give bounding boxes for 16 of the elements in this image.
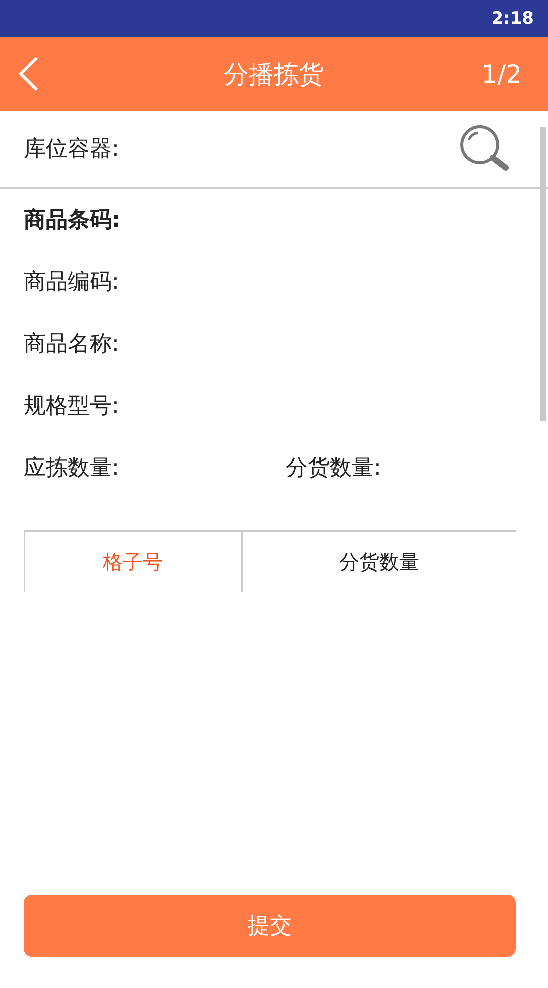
back-icon [18,56,40,92]
scrollbar[interactable] [540,127,546,421]
quantity-label: 分货数量: [286,455,382,483]
page-indicator: 1/2 [482,60,522,88]
header-title: 分播拣货 [224,58,324,90]
field-label: 商品名称: [24,331,120,359]
submit-button[interactable]: 提交 [24,895,516,957]
quantity-label: 应拣数量: [24,455,120,483]
field-label: 商品编码: [24,269,120,297]
field-label: 商品条码: [24,207,121,235]
field-label: 规格型号: [24,393,120,421]
status-time: 2:18 [492,8,534,28]
column-header[interactable]: 分货数量 [243,532,516,592]
column-header[interactable]: 格子号 [24,532,243,592]
back-button[interactable] [18,56,40,92]
location-label: 库位容器: [24,136,120,164]
